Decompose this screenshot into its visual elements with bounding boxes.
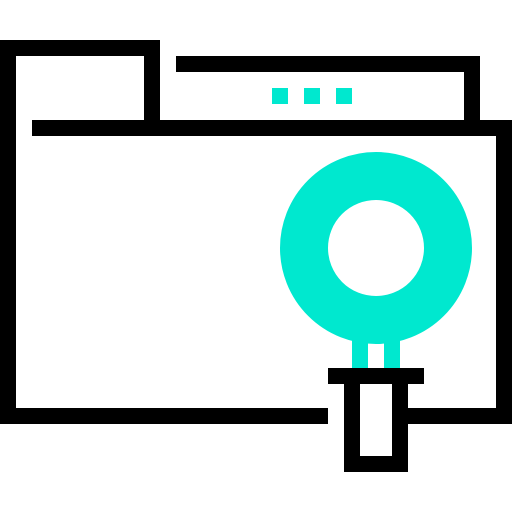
folder-body-right xyxy=(496,120,512,424)
folder-body-left xyxy=(0,120,16,424)
folder-body-bottom-right xyxy=(408,408,512,424)
folder-back-panel xyxy=(176,56,480,128)
dot-3 xyxy=(336,88,352,104)
magnifier-handle xyxy=(344,376,408,472)
dot-2 xyxy=(304,88,320,104)
magnifier-ring xyxy=(280,152,472,344)
folder-body-top xyxy=(32,120,512,136)
folder-body-bottom-left xyxy=(0,408,328,424)
folder-tab xyxy=(0,40,160,128)
folder-search-icon-canvas xyxy=(0,0,512,512)
dot-1 xyxy=(272,88,288,104)
folder-search-icon xyxy=(0,40,512,472)
